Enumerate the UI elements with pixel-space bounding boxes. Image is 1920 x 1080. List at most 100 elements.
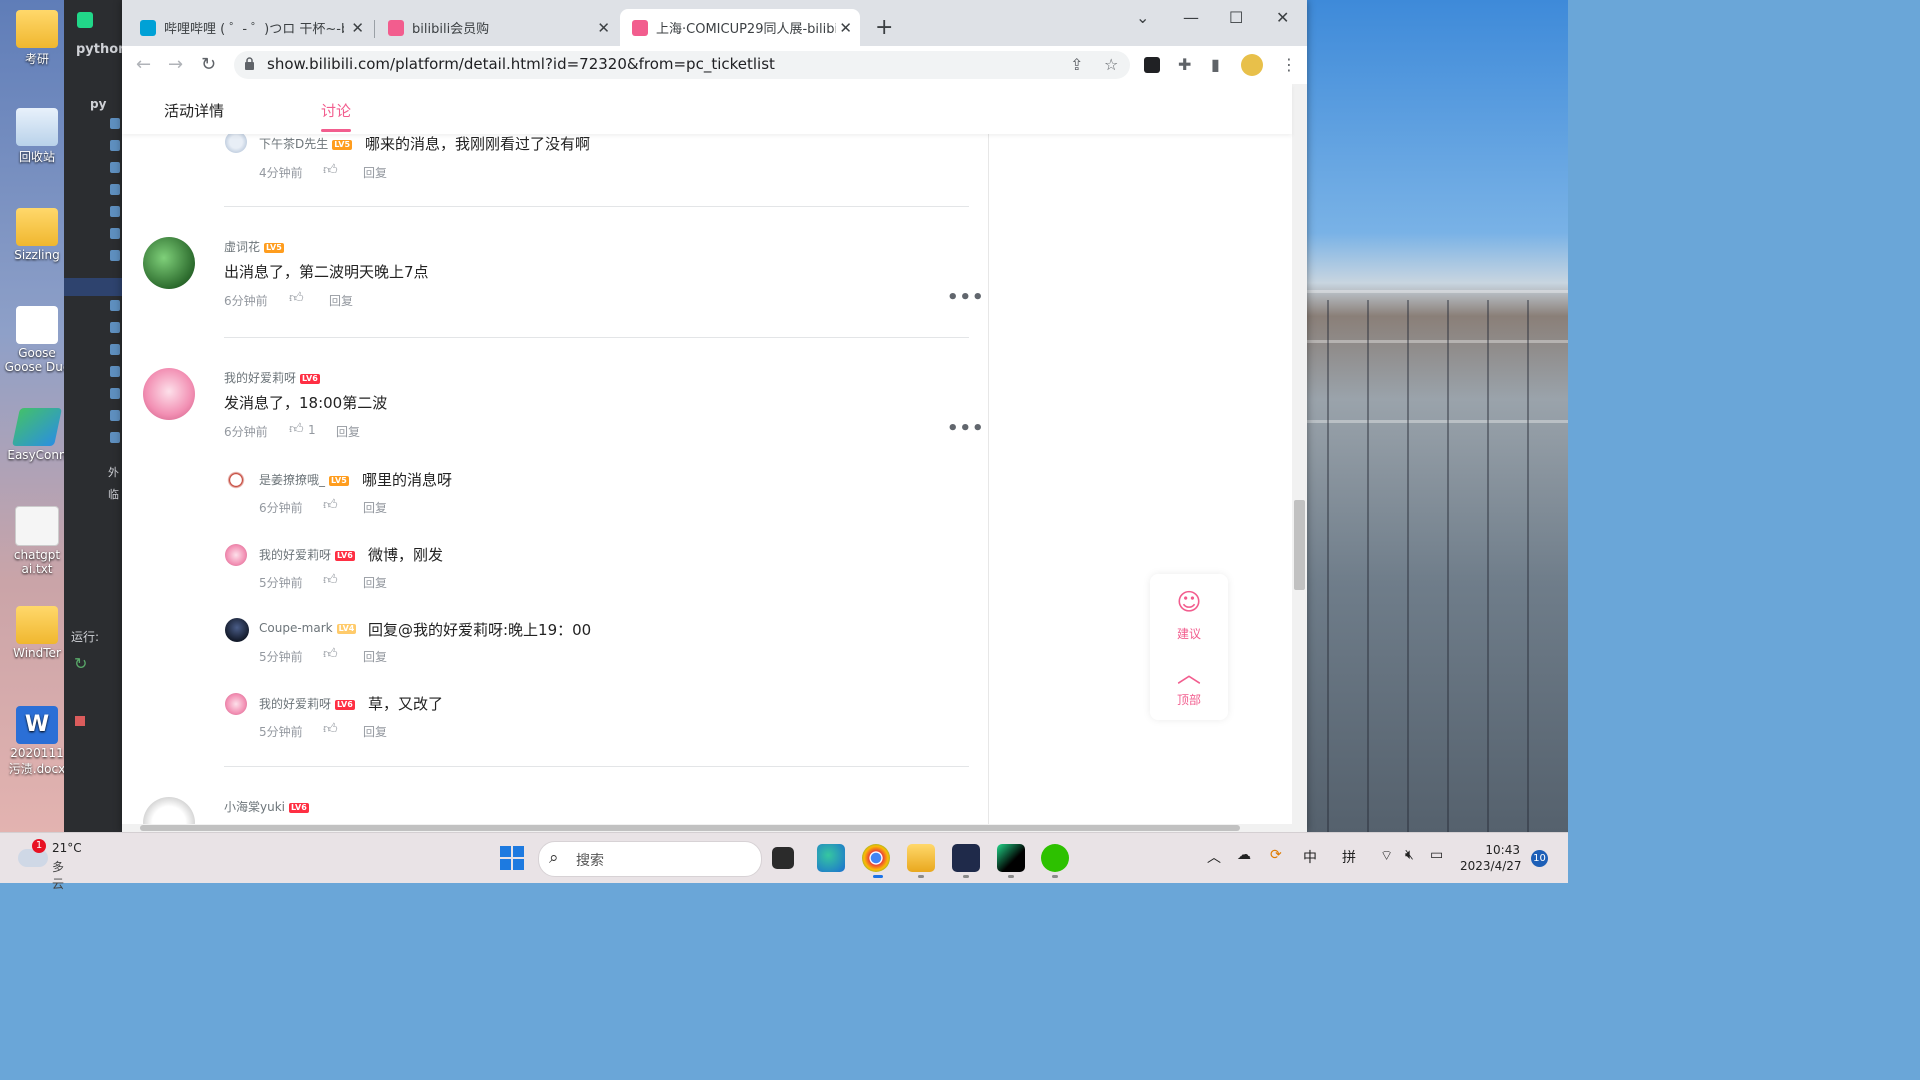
pycharm-icon[interactable] bbox=[997, 844, 1025, 872]
close-tab-icon[interactable]: ✕ bbox=[597, 19, 610, 37]
chevron-up-icon[interactable]: ︿ bbox=[1207, 847, 1221, 867]
thumbs-up-icon[interactable]: 👍︎ bbox=[289, 420, 304, 437]
more-options-icon[interactable]: ••• bbox=[947, 418, 985, 439]
thumbs-up-icon[interactable]: 👍︎ bbox=[289, 289, 304, 306]
desktop-icon-recycle-bin[interactable]: 回收站 bbox=[4, 108, 70, 165]
battery-icon[interactable]: ▭ bbox=[1430, 847, 1443, 863]
level-badge: LV5 bbox=[329, 475, 349, 486]
project-title[interactable]: python bbox=[76, 42, 127, 57]
comment-username[interactable]: 下午茶D先生 LV5 bbox=[259, 135, 353, 152]
comment-username[interactable]: 虚词花 LV5 bbox=[224, 238, 284, 255]
desktop-icon-kaoyan[interactable]: 考研 bbox=[4, 10, 70, 67]
file-explorer-icon[interactable] bbox=[907, 844, 935, 872]
minimize-icon[interactable]: — bbox=[1183, 8, 1199, 27]
reply-button[interactable]: 回复 bbox=[363, 499, 387, 516]
comment-username[interactable]: 我的好爱莉呀 LV6 bbox=[259, 546, 355, 563]
desktop-icon-windterm[interactable]: WindTer bbox=[4, 606, 70, 660]
extension-icon[interactable] bbox=[1144, 57, 1160, 73]
more-options-icon[interactable]: ••• bbox=[947, 287, 985, 308]
avatar[interactable] bbox=[225, 469, 247, 491]
chevron-up-icon[interactable]: ︿ bbox=[1174, 654, 1204, 688]
ime-language[interactable]: 中 bbox=[1303, 847, 1317, 867]
thumbs-up-icon[interactable]: 👍︎ bbox=[323, 496, 338, 513]
back-icon[interactable]: ← bbox=[136, 54, 151, 75]
new-tab-button[interactable]: + bbox=[875, 15, 893, 40]
thumbs-up-icon[interactable]: 👍︎ bbox=[323, 645, 338, 662]
close-tab-icon[interactable]: ✕ bbox=[839, 19, 852, 37]
sync-icon[interactable]: ⟳ bbox=[1270, 847, 1282, 863]
back-to-top-button[interactable]: 顶部 bbox=[1150, 691, 1228, 708]
desktop-icon-word-doc[interactable]: W 2020111 污渍.docx bbox=[4, 706, 70, 777]
clock[interactable]: 10:43 2023/4/27 bbox=[1460, 842, 1522, 874]
edge-icon[interactable] bbox=[817, 844, 845, 872]
app-cat-icon[interactable] bbox=[952, 844, 980, 872]
comment-username[interactable]: Coupe-mark LV4 bbox=[259, 621, 357, 635]
scrollbar-thumb[interactable] bbox=[1294, 500, 1305, 590]
python-file-icon bbox=[110, 388, 120, 399]
tab-discussion[interactable]: 讨论 bbox=[321, 100, 351, 121]
project-tree-root[interactable]: py bbox=[90, 97, 106, 111]
avatar[interactable] bbox=[225, 618, 249, 642]
address-bar[interactable]: show.bilibili.com/platform/detail.html?i… bbox=[234, 51, 1130, 79]
close-window-icon[interactable]: ✕ bbox=[1276, 8, 1289, 27]
tab-comicup[interactable]: 上海·COMICUP29同人展-bilibili ✕ bbox=[620, 9, 860, 46]
avatar[interactable] bbox=[225, 544, 247, 566]
rerun-icon[interactable]: ↻ bbox=[74, 654, 87, 673]
reply-button[interactable]: 回复 bbox=[329, 292, 353, 309]
menu-dots-icon[interactable]: ⋮ bbox=[1281, 55, 1297, 74]
selected-file-row[interactable] bbox=[64, 278, 124, 296]
profile-avatar[interactable] bbox=[1241, 54, 1263, 76]
onedrive-icon[interactable]: ☁ bbox=[1237, 847, 1251, 863]
reply-button[interactable]: 回复 bbox=[363, 723, 387, 740]
chrome-icon[interactable] bbox=[862, 844, 890, 872]
thumbs-up-icon[interactable]: 👍︎ bbox=[323, 161, 338, 178]
reply-button[interactable]: 回复 bbox=[363, 648, 387, 665]
reply-button[interactable]: 回复 bbox=[363, 574, 387, 591]
tab-bilibili-home[interactable]: 哔哩哔哩 ( ゜- ゜)つロ 干杯~-bilibili ✕ bbox=[128, 9, 372, 46]
reply-button[interactable]: 回复 bbox=[363, 164, 387, 181]
share-icon[interactable]: ⇪ bbox=[1070, 55, 1083, 74]
notification-badge[interactable]: 10 bbox=[1531, 850, 1548, 867]
vertical-scrollbar[interactable] bbox=[1292, 84, 1307, 832]
thumbs-up-icon[interactable]: 👍︎ bbox=[323, 571, 338, 588]
taskbar-search[interactable]: ⌕ 搜索 bbox=[538, 841, 762, 877]
avatar[interactable] bbox=[225, 131, 247, 153]
wechat-icon[interactable] bbox=[1041, 844, 1069, 872]
tab-bilibili-mall[interactable]: bilibili会员购 ✕ bbox=[376, 9, 618, 46]
comment-username[interactable]: 我的好爱莉呀 LV6 bbox=[259, 695, 355, 712]
scrollbar-thumb[interactable] bbox=[140, 825, 1240, 831]
customer-service-icon[interactable]: ☺ bbox=[1174, 588, 1204, 616]
side-panel-icon[interactable]: ▮ bbox=[1211, 55, 1220, 74]
maximize-icon[interactable]: ☐ bbox=[1229, 8, 1243, 27]
task-view-icon[interactable] bbox=[772, 847, 794, 869]
mute-icon[interactable]: 🔇︎ bbox=[1405, 847, 1414, 863]
comment-username[interactable]: 是姜撩撩哦_ LV5 bbox=[259, 471, 349, 488]
scratches[interactable]: 临 bbox=[108, 486, 119, 502]
windows-start-icon[interactable] bbox=[498, 844, 526, 872]
avatar[interactable] bbox=[143, 237, 195, 289]
reply-button[interactable]: 回复 bbox=[336, 423, 360, 440]
comment-username[interactable]: 我的好爱莉呀 LV6 bbox=[224, 369, 320, 386]
suggest-button[interactable]: 建议 bbox=[1150, 625, 1228, 642]
tab-search-icon[interactable]: ⌄ bbox=[1136, 8, 1149, 27]
desktop-icon-goose[interactable]: Goose Goose Duc bbox=[4, 306, 70, 374]
extensions-puzzle-icon[interactable]: ✚ bbox=[1178, 55, 1191, 74]
wifi-icon[interactable]: ⌔ bbox=[1380, 847, 1393, 865]
desktop-icon-chatgpt-txt[interactable]: chatgpt ai.txt bbox=[4, 506, 70, 576]
desktop-icon-sizzling[interactable]: Sizzling bbox=[4, 208, 70, 262]
avatar[interactable] bbox=[225, 693, 247, 715]
pycharm-icon bbox=[77, 12, 93, 28]
ime-mode[interactable]: 拼 bbox=[1342, 847, 1356, 867]
desktop-icon-easyconn[interactable]: EasyConn bbox=[4, 408, 70, 462]
forward-icon[interactable]: → bbox=[168, 54, 183, 75]
tab-activity-details[interactable]: 活动详情 bbox=[164, 100, 224, 121]
horizontal-scrollbar[interactable] bbox=[122, 824, 1292, 832]
close-tab-icon[interactable]: ✕ bbox=[351, 19, 364, 37]
thumbs-up-icon[interactable]: 👍︎ bbox=[323, 720, 338, 737]
reload-icon[interactable]: ↻ bbox=[201, 54, 216, 75]
stop-icon[interactable] bbox=[75, 716, 85, 726]
comment-username[interactable]: 小海棠yuki LV6 bbox=[224, 798, 309, 815]
avatar[interactable] bbox=[143, 368, 195, 420]
external-libraries[interactable]: 外 bbox=[108, 464, 119, 480]
bookmark-star-icon[interactable]: ☆ bbox=[1104, 55, 1118, 74]
